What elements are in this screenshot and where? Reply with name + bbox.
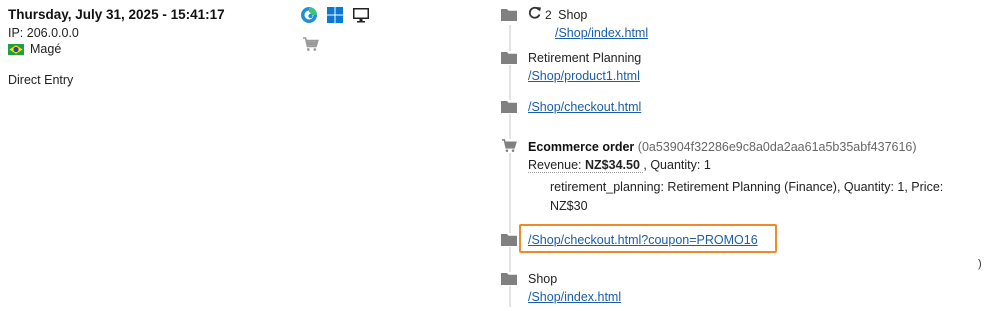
ecommerce-title: Ecommerce order <box>528 140 635 154</box>
visitor-icons <box>300 6 370 27</box>
ecommerce-cart-icon[interactable] <box>302 37 319 55</box>
timeline-entry-page: Retirement Planning /Shop/product1.html <box>500 49 970 85</box>
edge-browser-icon[interactable] <box>300 6 318 27</box>
order-quantity: , Quantity: 1 <box>643 158 711 172</box>
visit-city: Magé <box>30 42 62 56</box>
windows-icon[interactable] <box>326 6 344 27</box>
page-title: Shop <box>558 8 588 22</box>
brazil-flag-icon <box>8 43 24 55</box>
timeline-entry-page: /Shop/checkout.html?coupon=PROMO16 <box>500 231 970 249</box>
visit-referrer: Direct Entry <box>8 73 74 87</box>
folder-icon <box>501 233 517 247</box>
page-url-link[interactable]: /Shop/checkout.html?coupon=PROMO16 <box>528 233 758 247</box>
action-timeline: 2 Shop /Shop/index.html Retirement Plann… <box>500 0 980 311</box>
repeat-count: 2 <box>545 8 552 22</box>
cart-icon <box>501 139 517 153</box>
desktop-icon[interactable] <box>352 6 370 27</box>
page-url-link[interactable]: /Shop/product1.html <box>528 69 640 83</box>
order-id: (0a53904f32286e9c8a0da2aa61a5b35abf43761… <box>637 140 917 154</box>
refresh-icon <box>528 6 542 24</box>
page-url-link[interactable]: /Shop/checkout.html <box>528 100 641 114</box>
visit-ip: IP: 206.0.0.0 <box>8 26 79 40</box>
visit-location: Magé <box>8 42 225 56</box>
visitor-info: Thursday, July 31, 2025 - 15:41:17 IP: 2… <box>8 7 225 87</box>
order-item: retirement_planning: Retirement Planning… <box>550 177 970 215</box>
timeline-entry-page: 2 Shop /Shop/index.html <box>500 6 970 42</box>
visit-datetime: Thursday, July 31, 2025 - 15:41:17 <box>8 7 225 22</box>
page-url-link[interactable]: /Shop/index.html <box>555 26 648 40</box>
folder-icon <box>501 272 517 286</box>
timeline-entry-page: Shop /Shop/index.html <box>500 270 970 306</box>
folder-icon <box>501 51 517 65</box>
stray-char: ) <box>978 258 982 270</box>
timeline-entry-page: /Shop/checkout.html <box>500 98 970 116</box>
revenue-label: Revenue: <box>528 158 582 172</box>
order-item-details: retirement_planning: Retirement Planning… <box>550 180 944 194</box>
page-url-link[interactable]: /Shop/index.html <box>528 290 621 304</box>
page-title: Shop <box>528 272 558 286</box>
timeline-entry-ecommerce: Ecommerce order (0a53904f32286e9c8a0da2a… <box>500 138 970 215</box>
folder-icon <box>501 8 517 22</box>
revenue-value: NZ$34.50 <box>585 158 640 172</box>
folder-icon <box>501 100 517 114</box>
page-title: Retirement Planning <box>528 51 642 65</box>
order-item-price: NZ$30 <box>550 199 588 213</box>
repeat-indicator: 2 <box>528 6 552 24</box>
revenue-summary[interactable]: Revenue: NZ$34.50 <box>528 158 644 173</box>
